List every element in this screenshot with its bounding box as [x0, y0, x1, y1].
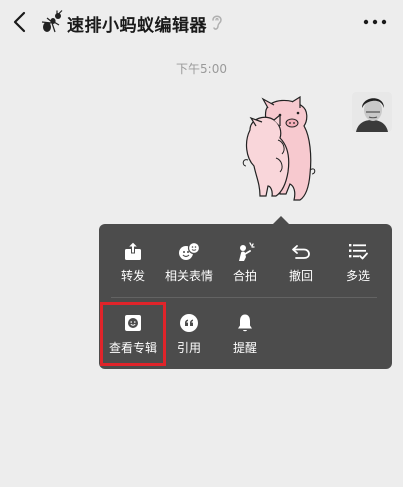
menu-pointer — [273, 216, 289, 224]
undo-icon — [292, 245, 310, 259]
menu-label: 转发 — [120, 269, 145, 283]
co-shoot-icon — [239, 242, 255, 261]
menu-item-remind[interactable]: 提醒 — [214, 312, 276, 368]
quote-icon — [180, 314, 198, 332]
menu-item-quote[interactable]: 引用 — [158, 312, 220, 368]
related-emoji-icon — [179, 241, 200, 260]
multi-select-icon — [349, 244, 368, 260]
avatar[interactable] — [352, 92, 392, 132]
menu-label: 多选 — [345, 269, 370, 283]
more-dots-icon[interactable] — [362, 14, 388, 30]
menu-divider — [111, 297, 377, 298]
menu-item-undo[interactable]: 撤回 — [270, 240, 332, 296]
message-timestamp: 下午5:00 — [176, 62, 227, 76]
menu-label: 相关表情 — [164, 269, 213, 283]
menu-item-related-emoji[interactable]: 相关表情 — [158, 240, 220, 296]
ant-icon — [41, 10, 63, 33]
chevron-left-icon[interactable] — [10, 10, 30, 34]
menu-item-co-shoot[interactable]: 合拍 — [214, 240, 276, 296]
bell-icon — [238, 314, 252, 332]
menu-item-view-album[interactable]: 查看专辑 — [102, 312, 164, 368]
forward-icon — [125, 241, 141, 260]
menu-item-multi-select[interactable]: 多选 — [327, 240, 389, 296]
menu-item-forward[interactable]: 转发 — [102, 240, 164, 296]
ear-icon — [212, 15, 222, 30]
menu-label: 撤回 — [288, 269, 313, 283]
menu-label: 引用 — [176, 341, 201, 355]
album-icon — [125, 315, 141, 331]
chat-title: 速排小蚂蚁编辑器 — [67, 16, 207, 36]
menu-label: 提醒 — [232, 341, 257, 355]
menu-label: 合拍 — [232, 269, 257, 283]
menu-label: 查看专辑 — [108, 341, 157, 355]
pig-sticker[interactable] — [240, 96, 320, 208]
chat-header: 速排小蚂蚁编辑器 — [0, 0, 403, 44]
chat-screen: 速排小蚂蚁编辑器 下午5:00 转发 相关表情 合拍 撤回 多选 查看专辑 引用… — [0, 0, 403, 487]
